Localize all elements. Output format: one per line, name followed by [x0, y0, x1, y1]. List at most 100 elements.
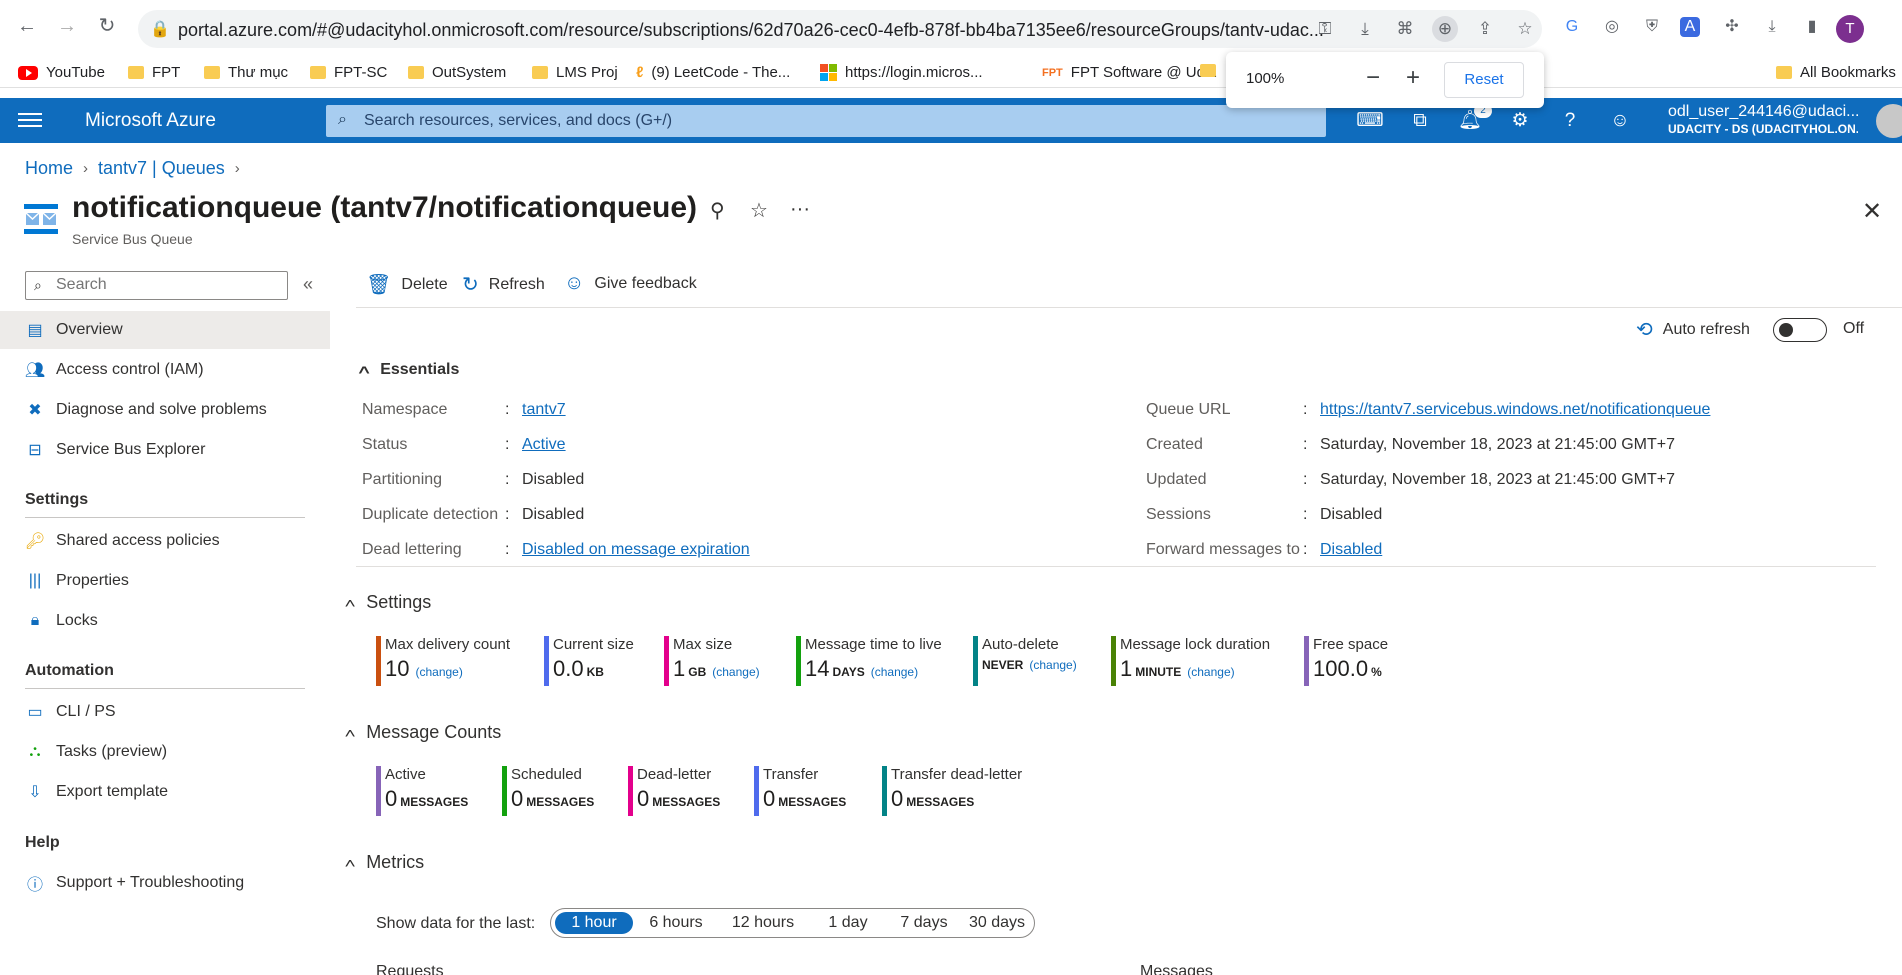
time-range-option[interactable]: 12 hours [719, 912, 807, 934]
bookmark-star-icon[interactable]: ☆ [1512, 16, 1538, 42]
tile-unit: MESSAGES [526, 795, 595, 809]
sidebar-item-support[interactable]: ⓘ Support + Troubleshooting [0, 864, 330, 902]
sidebar-item-service-bus-explorer[interactable]: ⊟ Service Bus Explorer [0, 431, 330, 469]
sidebar-item-locks[interactable]: 🔒︎ Locks [0, 602, 330, 640]
time-range-option[interactable]: 7 days [889, 912, 959, 934]
essentials-colon: : [1303, 506, 1308, 523]
tile-unit: % [1371, 665, 1382, 679]
sidebar-item-shared-access-policies[interactable]: 🔑︎ Shared access policies [0, 522, 330, 560]
metrics-section-toggle[interactable]: ˄ Metrics [344, 852, 424, 873]
menu-search-field[interactable]: ⌕ [25, 271, 288, 300]
essentials-value[interactable]: Active [522, 436, 566, 454]
sidebar-item-tasks[interactable]: ⛬ Tasks (preview) [0, 733, 330, 771]
zoom-out-button[interactable]: − [1358, 64, 1388, 94]
sidebar-item-overview[interactable]: ▤ Overview [0, 311, 330, 349]
auto-refresh-toggle[interactable] [1773, 318, 1827, 342]
menu-search-input[interactable] [56, 276, 276, 294]
essentials-value[interactable]: Disabled on message expiration [522, 541, 750, 559]
bookmark-fpt[interactable]: FPT [128, 64, 180, 81]
pin-icon[interactable]: ⚲ [710, 198, 725, 223]
essentials-toggle[interactable]: ˄ Essentials [358, 361, 459, 379]
bookmark-login-microsoft[interactable]: https://login.micros... [820, 64, 983, 81]
feedback-icon[interactable]: ☺ [1606, 107, 1634, 135]
global-search-input[interactable]: ⌕ Search resources, services, and docs (… [326, 105, 1326, 137]
close-icon[interactable]: ✕ [1862, 197, 1882, 226]
time-range-option[interactable]: 1 day [813, 912, 883, 934]
breadcrumb-queues[interactable]: tantv7 | Queues [98, 158, 225, 179]
all-bookmarks[interactable]: All Bookmarks [1776, 64, 1896, 81]
essentials-value[interactable]: Disabled [1320, 541, 1382, 559]
bookmark-outsystem[interactable]: OutSystem [408, 64, 506, 81]
sidebar-item-access-control[interactable]: 👥︎ Access control (IAM) [0, 351, 330, 389]
downloads-icon[interactable]: ⤓ [1760, 15, 1784, 39]
profile-avatar[interactable]: T [1836, 15, 1864, 43]
bookmark-lms-proj[interactable]: LMS Proj [532, 64, 618, 81]
translate-icon[interactable]: ⌘ [1392, 16, 1418, 42]
refresh-button[interactable]: ↻ Refresh [462, 272, 545, 297]
key-icon[interactable]: ⚿ [1312, 16, 1338, 42]
help-icon[interactable]: ? [1556, 107, 1584, 135]
essentials-value[interactable]: https://tantv7.servicebus.windows.net/no… [1320, 401, 1710, 419]
account-avatar[interactable] [1876, 104, 1902, 138]
zoom-icon[interactable]: ⊕ [1432, 16, 1458, 42]
bookmark-fpt-sc[interactable]: FPT-SC [310, 64, 387, 81]
bookmark-thu-muc[interactable]: Thư mục [204, 64, 288, 81]
install-app-icon[interactable]: ⤓ [1352, 16, 1378, 42]
share-icon[interactable]: ⇪ [1472, 16, 1498, 42]
time-range-option[interactable]: 1 hour [555, 912, 633, 934]
change-link[interactable]: (change) [415, 665, 462, 679]
sidebar-item-cli-ps[interactable]: ▭ CLI / PS [0, 693, 330, 731]
site-info-icon[interactable]: 🔒 [150, 19, 170, 39]
essentials-link[interactable]: tantv7 [522, 401, 566, 418]
extension-icon[interactable]: ◎ [1600, 15, 1624, 39]
zoom-reset-button[interactable]: Reset [1444, 62, 1524, 98]
essentials-value[interactable]: tantv7 [522, 401, 566, 419]
message-counts-section-toggle[interactable]: ˄ Message Counts [344, 722, 501, 743]
bookmark-fpt-software[interactable]: FPT FPT Software @ Ud... [1042, 64, 1217, 81]
azure-brand[interactable]: Microsoft Azure [85, 110, 216, 132]
cloud-shell-icon[interactable]: ⌨ [1356, 107, 1384, 135]
time-range-option[interactable]: 6 hours [639, 912, 713, 934]
address-bar[interactable]: 🔒 portal.azure.com/#@udacityhol.onmicros… [138, 10, 1542, 48]
change-link[interactable]: (change) [712, 665, 759, 679]
side-panel-icon[interactable]: ▮ [1800, 15, 1824, 39]
change-link[interactable]: (change) [1187, 665, 1234, 679]
breadcrumb-home[interactable]: Home [25, 158, 73, 179]
forward-arrow-icon[interactable]: → [52, 11, 82, 41]
extension-app-icon[interactable]: A [1680, 17, 1700, 37]
google-translate-extension-icon[interactable]: G [1560, 15, 1584, 39]
change-link[interactable]: (change) [1029, 658, 1076, 672]
back-arrow-icon[interactable]: ← [12, 11, 42, 41]
tile-value-row: 0 MESSAGES [891, 786, 1022, 812]
bookmark-leetcode[interactable]: ℓ (9) LeetCode - The... [636, 64, 790, 81]
shield-extension-icon[interactable]: ⛨ [1640, 15, 1664, 39]
settings-section-toggle[interactable]: ˄ Settings [344, 592, 431, 613]
essentials-link[interactable]: Disabled on message expiration [522, 541, 750, 558]
puzzle-extensions-icon[interactable]: ✣ [1720, 15, 1744, 39]
sidebar-item-label: Access control (IAM) [56, 361, 204, 378]
sidebar-item-diagnose[interactable]: ✖ Diagnose and solve problems [0, 391, 330, 429]
sidebar-item-export-template[interactable]: ⇩ Export template [0, 773, 330, 811]
directory-filter-icon[interactable]: ⧉ [1406, 107, 1434, 135]
time-range-option[interactable]: 30 days [963, 912, 1031, 934]
favorite-star-icon[interactable]: ☆ [750, 198, 768, 223]
essentials-link[interactable]: Active [522, 436, 566, 453]
reload-icon[interactable]: ↻ [92, 11, 122, 41]
give-feedback-button[interactable]: ☺ Give feedback [564, 272, 697, 295]
zoom-in-button[interactable]: + [1398, 64, 1428, 94]
essentials-link[interactable]: Disabled [1320, 541, 1382, 558]
bookmark-youtube[interactable]: YouTube [18, 64, 105, 81]
essentials-label: Updated [1146, 471, 1207, 488]
essentials-link[interactable]: https://tantv7.servicebus.windows.net/no… [1320, 401, 1710, 418]
more-options-icon[interactable]: ··· [790, 198, 810, 221]
change-link[interactable]: (change) [871, 665, 918, 679]
portal-menu-icon[interactable] [18, 110, 42, 130]
delete-button[interactable]: 🗑︎ Delete [366, 272, 448, 297]
settings-gear-icon[interactable]: ⚙ [1506, 107, 1534, 135]
url-text[interactable]: portal.azure.com/#@udacityhol.onmicrosof… [178, 20, 1428, 41]
bookmark-folder[interactable] [1200, 64, 1216, 77]
collapse-menu-icon[interactable]: « [303, 274, 313, 295]
tile-value: 0 [511, 786, 524, 811]
sidebar-item-properties[interactable]: ||| Properties [0, 562, 330, 600]
account-info[interactable]: odl_user_244146@udaci... UDACITY - DS (U… [1668, 103, 1858, 136]
